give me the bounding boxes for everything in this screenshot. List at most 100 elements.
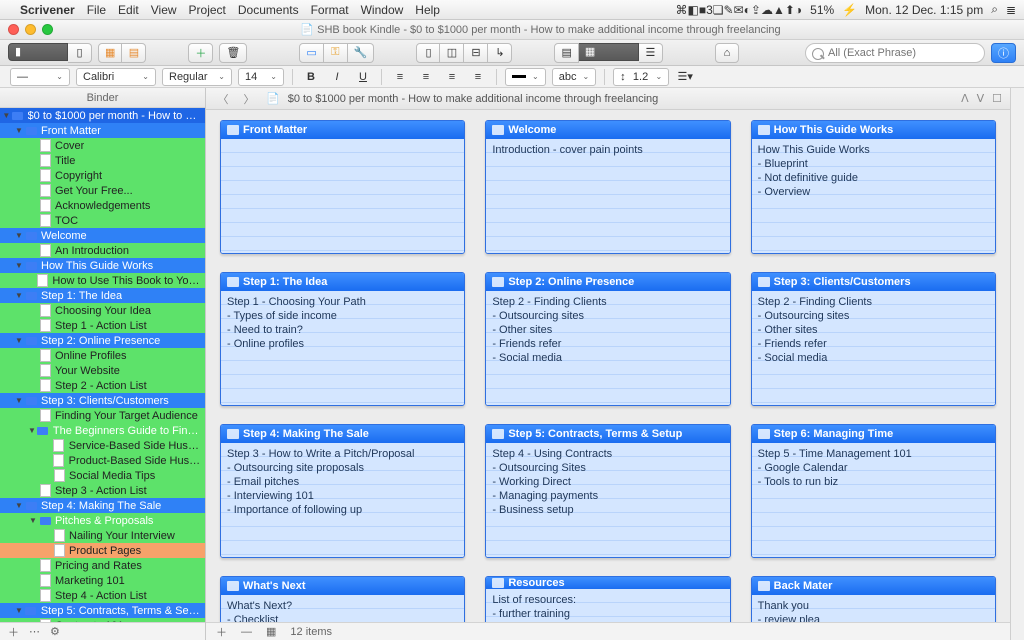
project-search[interactable] <box>805 43 985 63</box>
index-card[interactable]: How This Guide WorksHow This Guide Works… <box>751 120 996 254</box>
align-justify-button[interactable]: ≡ <box>468 68 488 86</box>
card-synopsis[interactable]: Step 2 - Finding Clients - Outsourcing s… <box>486 291 729 405</box>
font-size-select[interactable]: 14⌄ <box>238 68 284 86</box>
index-card[interactable]: Step 2: Online PresenceStep 2 - Finding … <box>485 272 730 406</box>
keywords-button[interactable]: ⚿ <box>324 43 348 63</box>
card-header[interactable]: Front Matter <box>221 121 464 139</box>
card-synopsis[interactable]: List of resources: - further training - … <box>486 589 729 622</box>
card-header[interactable]: How This Guide Works <box>752 121 995 139</box>
binder-doc[interactable]: Finding Your Target Audience <box>0 408 205 423</box>
align-right-button[interactable]: ≡ <box>442 68 462 86</box>
index-card[interactable]: Step 3: Clients/CustomersStep 2 - Findin… <box>751 272 996 406</box>
binder-tree[interactable]: ▼$0 to $1000 per month - How to make a..… <box>0 108 205 622</box>
underline-button[interactable]: U <box>353 68 373 86</box>
card-synopsis[interactable]: How This Guide Works - Blueprint - Not d… <box>752 139 995 253</box>
split-vert-button[interactable]: ⊟ <box>464 43 488 63</box>
menu-file[interactable]: File <box>87 3 106 17</box>
menu-documents[interactable]: Documents <box>238 3 299 17</box>
list-button[interactable]: ☰▾ <box>675 68 695 86</box>
index-card[interactable]: Back MaterThank you - review plea - abou… <box>751 576 996 622</box>
status-icon[interactable]: ◐ <box>744 3 751 17</box>
binder-folder[interactable]: ▼Pitches & Proposals <box>0 513 205 528</box>
status-icon[interactable]: ⇪ <box>751 3 761 17</box>
binder-doc[interactable]: Your Website <box>0 363 205 378</box>
status-icon[interactable]: ⌘ <box>675 3 687 17</box>
menu-view[interactable]: View <box>151 3 177 17</box>
binder-doc[interactable]: An Introduction <box>0 243 205 258</box>
search-input[interactable] <box>805 43 985 63</box>
binder-doc[interactable]: Choosing Your Idea <box>0 303 205 318</box>
line-spacing-select[interactable]: ↕1.2⌄ <box>613 68 669 86</box>
card-synopsis[interactable]: Step 1 - Choosing Your Path - Types of s… <box>221 291 464 405</box>
status-icon[interactable]: ⬆ <box>785 3 795 17</box>
bold-button[interactable]: B <box>301 68 321 86</box>
status-icon[interactable]: ✎ <box>724 3 734 17</box>
binder-doc[interactable]: Online Profiles <box>0 348 205 363</box>
card-synopsis[interactable] <box>221 139 464 253</box>
card-header[interactable]: Step 5: Contracts, Terms & Setup <box>486 425 729 443</box>
card-synopsis[interactable]: Step 2 - Finding Clients - Outsourcing s… <box>752 291 995 405</box>
layout-b-button[interactable]: ▤ <box>122 43 146 63</box>
card-header[interactable]: Resources <box>486 577 729 589</box>
view-doc-button[interactable]: ▤ <box>554 43 578 63</box>
card-synopsis[interactable]: Introduction - cover pain points <box>486 139 729 253</box>
card-header[interactable]: Step 3: Clients/Customers <box>752 273 995 291</box>
trash-button[interactable]: 🗑 <box>219 43 247 63</box>
binder-doc[interactable]: Cover <box>0 138 205 153</box>
binder-doc[interactable]: Product Pages <box>0 543 205 558</box>
binder-toggle-button[interactable]: ▮ <box>8 43 68 61</box>
menu-help[interactable]: Help <box>415 3 440 17</box>
status-icon[interactable]: ◧ <box>687 3 698 17</box>
zoom-window-button[interactable] <box>42 24 53 35</box>
binder-doc[interactable]: Acknowledgements <box>0 198 205 213</box>
index-card[interactable]: Step 1: The IdeaStep 1 - Choosing Your P… <box>220 272 465 406</box>
binder-doc[interactable]: Step 2 - Action List <box>0 378 205 393</box>
split-horiz-button[interactable]: ◫ <box>440 43 464 63</box>
binder-doc[interactable]: Get Your Free... <box>0 183 205 198</box>
minimize-window-button[interactable] <box>25 24 36 35</box>
text-color-select[interactable]: ⌄ <box>505 68 546 86</box>
nav-back-button[interactable]: 〈 <box>214 91 232 107</box>
card-synopsis[interactable]: Step 5 - Time Management 101 - Google Ca… <box>752 443 995 557</box>
binder-folder[interactable]: ▼Step 5: Contracts, Terms & Setup <box>0 603 205 618</box>
add-item-button[interactable]: ＋ <box>188 43 213 63</box>
footer-view-button[interactable]: ▦ <box>266 625 276 638</box>
split-none-button[interactable]: ▯ <box>416 43 440 63</box>
card-synopsis[interactable]: What's Next? - Checklist <box>221 595 464 622</box>
view-outline-button[interactable]: ☰ <box>639 43 663 63</box>
menu-format[interactable]: Format <box>311 3 349 17</box>
binder-folder[interactable]: ▼Front Matter <box>0 123 205 138</box>
index-card[interactable]: Step 4: Making The SaleStep 3 - How to W… <box>220 424 465 558</box>
status-icon[interactable]: ■3 <box>699 3 713 17</box>
italic-button[interactable]: I <box>327 68 347 86</box>
corkboard[interactable]: Front Matter WelcomeIntroduction - cover … <box>206 110 1010 622</box>
menu-edit[interactable]: Edit <box>118 3 139 17</box>
status-icon[interactable]: ◑ <box>795 3 802 17</box>
index-card[interactable]: Front Matter <box>220 120 465 254</box>
card-synopsis[interactable]: Thank you - review plea - about the auth… <box>752 595 995 622</box>
notification-center-icon[interactable]: ≣ <box>1006 3 1016 17</box>
card-header[interactable]: Back Mater <box>752 577 995 595</box>
binder-action-button[interactable]: ⋯ <box>29 625 40 638</box>
card-header[interactable]: Step 6: Managing Time <box>752 425 995 443</box>
close-window-button[interactable] <box>8 24 19 35</box>
binder-doc[interactable]: TOC <box>0 213 205 228</box>
binder-folder[interactable]: ▼Welcome <box>0 228 205 243</box>
card-header[interactable]: Welcome <box>486 121 729 139</box>
binder-doc[interactable]: Step 3 - Action List <box>0 483 205 498</box>
binder-doc[interactable]: Title <box>0 153 205 168</box>
binder-doc[interactable]: Nailing Your Interview <box>0 528 205 543</box>
style-select[interactable]: —⌄ <box>10 68 70 86</box>
card-header[interactable]: Step 1: The Idea <box>221 273 464 291</box>
binder-gear-button[interactable]: ⚙ <box>50 625 60 638</box>
binder-doc[interactable]: Marketing 101 <box>0 573 205 588</box>
binder-folder[interactable]: ▼How This Guide Works <box>0 258 205 273</box>
binder-doc[interactable]: How to Use This Book to Your Advantage <box>0 273 205 288</box>
font-select[interactable]: Calibri⌄ <box>76 68 156 86</box>
card-synopsis[interactable]: Step 4 - Using Contracts - Outsourcing S… <box>486 443 729 557</box>
binder-doc[interactable]: Product-Based Side Hustles <box>0 453 205 468</box>
footer-add-button[interactable]: ＋ <box>216 624 227 640</box>
collections-button[interactable]: ▯ <box>68 43 92 63</box>
binder-doc[interactable]: Service-Based Side Hustles <box>0 438 205 453</box>
binder-doc[interactable]: Social Media Tips <box>0 468 205 483</box>
